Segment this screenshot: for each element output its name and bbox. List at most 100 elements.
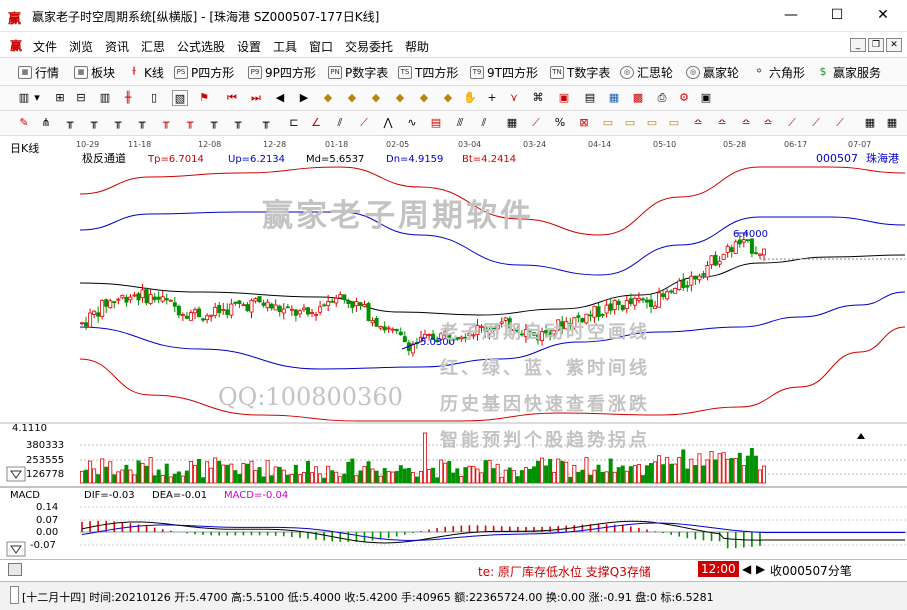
mdi-minimize-icon[interactable]: _ — [850, 38, 866, 52]
menu-browse[interactable]: 浏览 — [69, 38, 93, 55]
menu-tools[interactable]: 工具 — [273, 38, 297, 55]
level-3-icon[interactable]: ▭ — [644, 115, 660, 131]
step-right-icon[interactable]: ▶ — [296, 90, 312, 106]
toolbar-winner-wheel[interactable]: ◎ 赢家轮 — [686, 64, 739, 81]
period-7-icon[interactable]: ╥ — [206, 115, 222, 131]
scroll-left-icon[interactable]: ◀ — [742, 562, 751, 576]
percent-icon[interactable]: % — [552, 115, 568, 131]
scroll-up-icon[interactable] — [857, 433, 865, 439]
toolbar-huisi-wheel[interactable]: ◎ 汇思轮 — [620, 64, 673, 81]
cycle-tool-icon[interactable]: ⌘ — [530, 90, 546, 106]
period-9-icon[interactable]: ╥ — [258, 115, 274, 131]
level-4-icon[interactable]: ▭ — [666, 115, 682, 131]
print-icon[interactable]: ⎙ — [654, 90, 670, 106]
mdi-close-icon[interactable]: ✕ — [886, 38, 902, 52]
level-11-icon[interactable]: ⟋ — [832, 115, 848, 131]
zoom-out-icon[interactable]: ◆ — [392, 90, 408, 106]
flag-icon[interactable]: ⚑ — [196, 90, 212, 106]
formula-icon[interactable]: ⊟ — [73, 90, 89, 106]
parallel-icon[interactable]: ⫽ — [332, 115, 348, 131]
period-3-icon[interactable]: ╥ — [110, 115, 126, 131]
square-icon[interactable]: ⊠ — [576, 115, 592, 131]
level-8-icon[interactable]: ≏ — [760, 115, 776, 131]
menu-window[interactable]: 窗口 — [309, 38, 333, 55]
period-2-icon[interactable]: ╥ — [86, 115, 102, 131]
news-ticker[interactable]: te: 原厂库存低水位 支撑Q3存储 — [478, 563, 651, 580]
settings-icon[interactable]: ⚙ — [676, 90, 692, 106]
wave-icon[interactable]: ∿ — [404, 115, 420, 131]
toolbar-9p-square[interactable]: P9 9P四方形 — [248, 64, 316, 81]
collapse-button[interactable] — [6, 541, 26, 557]
table-icon[interactable]: ▦ — [504, 115, 520, 131]
level-9-icon[interactable]: ⟋ — [784, 115, 800, 131]
toolbar-t-table[interactable]: TN T数字表 — [550, 64, 610, 81]
arrow-down-icon[interactable]: ◆ — [344, 90, 360, 106]
pattern-icon[interactable]: ⊞ — [52, 90, 68, 106]
go-last-icon[interactable]: ⏭ — [248, 90, 264, 106]
menu-file[interactable]: 文件 — [33, 38, 57, 55]
panel-2-icon[interactable]: ▦ — [884, 115, 900, 131]
toolbar-hexagram[interactable]: ✡ 六角形 — [752, 64, 805, 81]
chart-area[interactable]: 日K线 极反通道 Tp=6.7014 Up=6.2134 Md=5.6537 D… — [0, 137, 907, 559]
level-10-icon[interactable]: ⟋ — [808, 115, 824, 131]
level-2-icon[interactable]: ▭ — [622, 115, 638, 131]
toolbar-quotes[interactable]: ▦ 行情 — [18, 64, 59, 81]
expand-icon[interactable]: ◆ — [416, 90, 432, 106]
data-icon[interactable]: ▦ — [606, 90, 622, 106]
candle-type-icon[interactable]: ▯ — [146, 90, 162, 106]
toolbar-kline[interactable]: ╫ K线 — [127, 64, 164, 81]
toolbar-9t-square[interactable]: T9 9T四方形 — [470, 64, 538, 81]
gann-icon[interactable]: ▣ — [556, 90, 572, 106]
app-menu-icon[interactable]: 赢 — [10, 37, 22, 54]
status-handle[interactable] — [10, 586, 19, 604]
panel-toggle-icon[interactable] — [8, 563, 22, 576]
grid-toggle-icon[interactable]: ▧ — [172, 90, 188, 106]
kline-style-icon[interactable]: ╫ — [120, 90, 136, 106]
zoom-in-icon[interactable]: ◆ — [368, 90, 384, 106]
mdi-restore-icon[interactable]: ❐ — [868, 38, 884, 52]
panel-1-icon[interactable]: ▦ — [862, 115, 878, 131]
period-1-icon[interactable]: ╥ — [62, 115, 78, 131]
arrow-up-icon[interactable]: ◆ — [320, 90, 336, 106]
menu-info[interactable]: 资讯 — [105, 38, 129, 55]
shrink-icon[interactable]: ◆ — [440, 90, 456, 106]
menu-trade[interactable]: 交易委托 — [345, 38, 393, 55]
channel-icon[interactable]: ⫻ — [452, 115, 468, 131]
menu-huisi[interactable]: 汇思 — [141, 38, 165, 55]
line-tool-icon[interactable]: ⋎ — [506, 90, 522, 106]
hand-icon[interactable]: ✋ — [462, 90, 478, 106]
collapse-button[interactable] — [6, 466, 26, 482]
period-8-icon[interactable]: ╥ — [230, 115, 246, 131]
pen-icon[interactable]: ✎ — [16, 115, 32, 131]
calendar-icon[interactable]: ▤ — [582, 90, 598, 106]
scale-icon[interactable]: ⟋ — [528, 115, 544, 131]
fan-icon[interactable]: ⋔ — [38, 115, 54, 131]
dropdown-arrow-icon[interactable]: ▾ — [32, 90, 42, 106]
toolbar-sectors[interactable]: ▦ 板块 — [74, 64, 115, 81]
toolbar-p-square[interactable]: PS P四方形 — [174, 64, 234, 81]
toolbar-service[interactable]: $ 赢家服务 — [816, 64, 882, 81]
maximize-button[interactable]: ☐ — [814, 0, 860, 32]
menu-help[interactable]: 帮助 — [405, 38, 429, 55]
layout-icon[interactable]: ▥ — [16, 90, 32, 106]
bracket-icon[interactable]: ⊏ — [286, 115, 302, 131]
period-4-icon[interactable]: ╥ — [134, 115, 150, 131]
step-left-icon[interactable]: ◀ — [272, 90, 288, 106]
level-5-icon[interactable]: ≏ — [690, 115, 706, 131]
period-6-icon[interactable]: ╥ — [182, 115, 198, 131]
level-1-icon[interactable]: ▭ — [600, 115, 616, 131]
level-6-icon[interactable]: ≏ — [714, 115, 730, 131]
chart-bars-icon[interactable]: ▥ — [97, 90, 113, 106]
menu-formula[interactable]: 公式选股 — [177, 38, 225, 55]
minimize-button[interactable]: — — [768, 0, 814, 32]
level-7-icon[interactable]: ≏ — [738, 115, 754, 131]
export-icon[interactable]: ▩ — [630, 90, 646, 106]
ray-icon[interactable]: ⟋ — [356, 115, 372, 131]
screenshot-icon[interactable]: ▣ — [698, 90, 714, 106]
zigzag-icon[interactable]: ⋀ — [380, 115, 396, 131]
fibonacci-icon[interactable]: ▤ — [428, 115, 444, 131]
toolbar-p-table[interactable]: PN P数字表 — [328, 64, 388, 81]
close-button[interactable]: ✕ — [860, 0, 906, 32]
period-5-icon[interactable]: ╥ — [158, 115, 174, 131]
go-first-icon[interactable]: ⏮ — [224, 90, 240, 106]
